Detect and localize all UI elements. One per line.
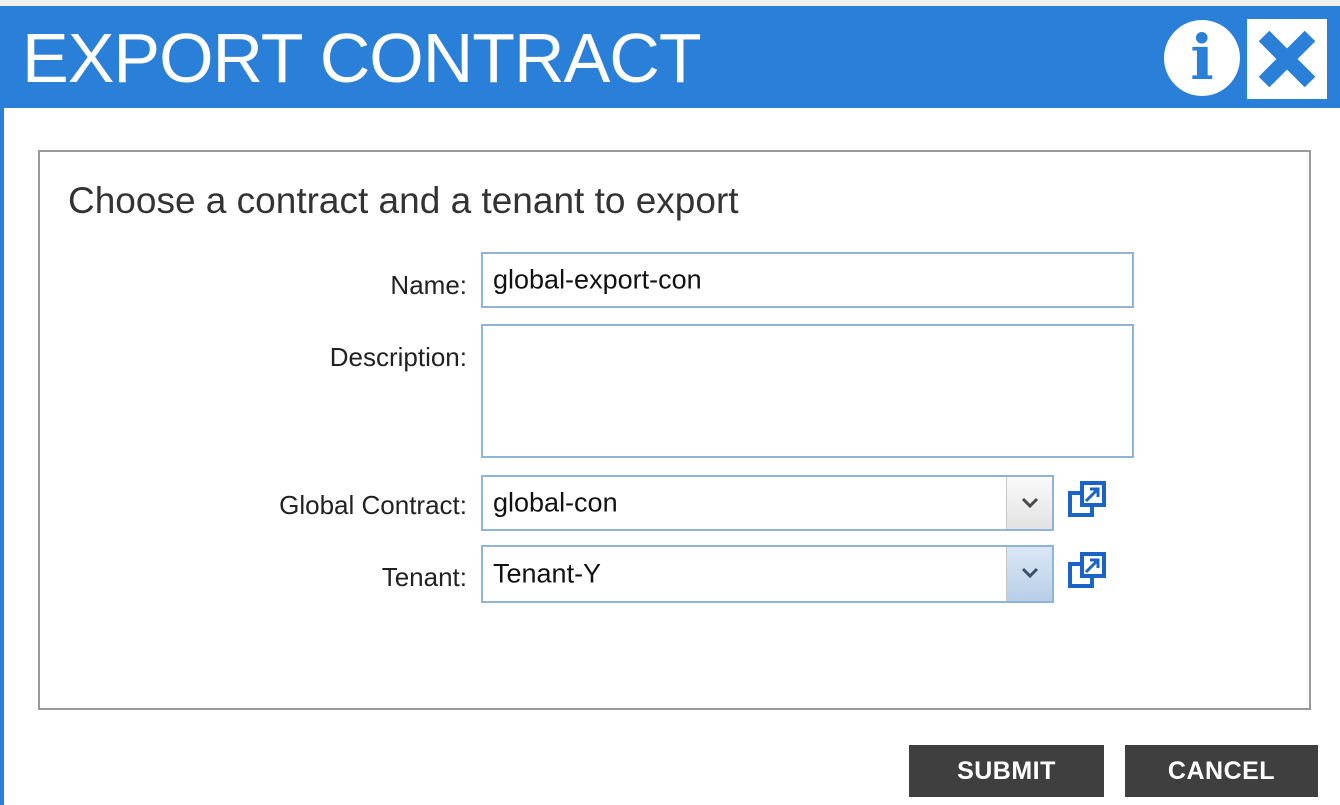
global-contract-open-icon[interactable] (1067, 480, 1109, 522)
tenant-label: Tenant: (381, 562, 467, 592)
name-input-value: global-export-con (493, 264, 702, 295)
close-icon[interactable] (1247, 19, 1327, 99)
dialog-titlebar: EXPORT CONTRACT i (0, 0, 1340, 108)
description-textarea[interactable] (481, 324, 1134, 458)
info-icon[interactable]: i (1164, 20, 1240, 96)
tenant-open-icon[interactable] (1067, 551, 1109, 593)
tenant-select[interactable]: Tenant-Y (481, 545, 1054, 603)
name-input[interactable]: global-export-con (481, 252, 1134, 308)
tenant-value: Tenant-Y (493, 558, 602, 589)
description-label: Description: (329, 342, 467, 372)
submit-button[interactable]: SUBMIT (909, 745, 1104, 797)
dialog-left-border (0, 108, 4, 805)
name-label: Name: (390, 270, 467, 300)
dialog-title: EXPORT CONTRACT (22, 19, 702, 97)
form-heading: Choose a contract and a tenant to export (68, 180, 739, 221)
cancel-button[interactable]: CANCEL (1125, 745, 1318, 797)
global-contract-value: global-con (493, 487, 618, 518)
export-contract-dialog: EXPORT CONTRACT i Choose a contract and … (0, 0, 1340, 805)
chevron-down-icon[interactable] (1006, 477, 1052, 529)
global-contract-label: Global Contract: (279, 490, 467, 520)
global-contract-select[interactable]: global-con (481, 475, 1054, 531)
chevron-down-icon[interactable] (1006, 547, 1052, 601)
form-panel: Choose a contract and a tenant to export… (38, 150, 1311, 710)
